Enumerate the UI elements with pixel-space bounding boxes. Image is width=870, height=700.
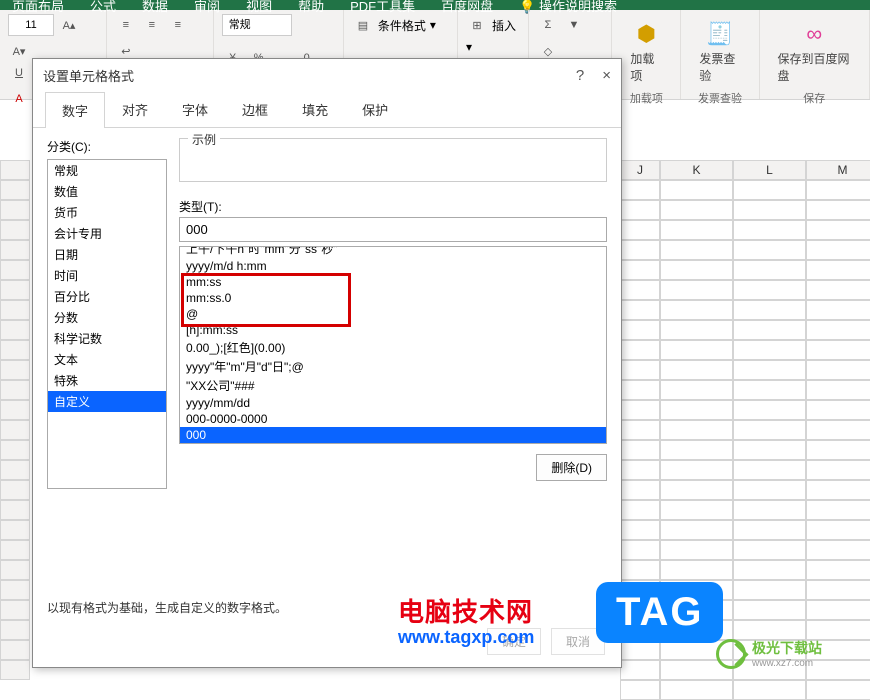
type-input[interactable]: [179, 217, 607, 242]
watermark-tag-badge: TAG: [596, 582, 723, 643]
decrease-font-icon[interactable]: A▾: [8, 40, 30, 62]
cond-format-icon[interactable]: ▤: [352, 14, 374, 36]
category-item[interactable]: 自定义: [48, 391, 166, 412]
watermark-tagxp: 电脑技术网 www.tagxp.com: [398, 592, 534, 648]
category-item[interactable]: 科学记数: [48, 328, 166, 349]
format-item[interactable]: @: [180, 306, 606, 322]
tab-border[interactable]: 边框: [225, 91, 285, 127]
format-item[interactable]: 000-0000-0000: [180, 411, 606, 427]
col-header[interactable]: J: [620, 160, 660, 180]
format-item[interactable]: yyyy"年"m"月"d"日";@: [180, 357, 606, 376]
tab-alignment[interactable]: 对齐: [105, 91, 165, 127]
category-list[interactable]: 常规数值货币会计专用日期时间百分比分数科学记数文本特殊自定义: [47, 159, 167, 489]
format-item[interactable]: mm:ss: [180, 274, 606, 290]
category-item[interactable]: 日期: [48, 244, 166, 265]
category-item[interactable]: 会计专用: [48, 223, 166, 244]
col-header[interactable]: L: [733, 160, 806, 180]
tab-font[interactable]: 字体: [165, 91, 225, 127]
baidu-group: ∞ 保存到百度网盘 保存: [760, 10, 870, 99]
col-header[interactable]: M: [806, 160, 870, 180]
help-icon[interactable]: ?: [576, 67, 584, 84]
type-label: 类型(T):: [179, 198, 607, 215]
category-item[interactable]: 时间: [48, 265, 166, 286]
addin-group: ⬢ 加载项 加载项: [612, 10, 681, 99]
invoice-group: 🧾 发票查验 发票查验: [681, 10, 759, 99]
dialog-titlebar: 设置单元格格式 ? ×: [33, 59, 621, 91]
tab-fill[interactable]: 填充: [285, 91, 345, 127]
format-list[interactable]: 上午/下午h"时"mm"分"ss"秒"yyyy/m/d h:mmmm:ssmm:…: [179, 246, 607, 444]
category-item[interactable]: 分数: [48, 307, 166, 328]
fill-icon[interactable]: ▼: [563, 14, 585, 36]
watermark-xz7: 极光下载站 www.xz7.com: [716, 638, 822, 669]
category-item[interactable]: 常规: [48, 160, 166, 181]
ribbon-tabs: 页面布局 公式 数据 审阅 视图 帮助 PDF工具集 百度网盘 💡 操作说明搜索: [0, 0, 870, 10]
addin-icon: ⬢: [630, 18, 662, 50]
format-cells-dialog: 设置单元格格式 ? × 数字 对齐 字体 边框 填充 保护 分类(C): 常规数…: [32, 58, 622, 668]
close-icon[interactable]: ×: [602, 67, 611, 84]
invoice-button[interactable]: 🧾 发票查验: [689, 14, 750, 88]
font-size-select[interactable]: 11: [8, 14, 54, 36]
format-item[interactable]: yyyy/mm/dd: [180, 395, 606, 411]
category-item[interactable]: 货币: [48, 202, 166, 223]
format-item[interactable]: 000: [180, 427, 606, 443]
category-item[interactable]: 特殊: [48, 370, 166, 391]
baidu-icon: ∞: [798, 18, 830, 50]
category-item[interactable]: 文本: [48, 349, 166, 370]
insert-icon[interactable]: ⊞: [466, 14, 488, 36]
tab-protection[interactable]: 保护: [345, 91, 405, 127]
align-top-icon[interactable]: ≡: [115, 14, 137, 36]
category-item[interactable]: 数值: [48, 181, 166, 202]
align-mid-icon[interactable]: ≡: [141, 14, 163, 36]
number-format-select[interactable]: 常规: [222, 14, 292, 36]
format-item[interactable]: 0.00_);[红色](0.00): [180, 338, 606, 357]
addin-button[interactable]: ⬢ 加载项: [620, 14, 672, 88]
sample-label: 示例: [188, 131, 220, 148]
xz7-logo-icon: [716, 639, 746, 669]
delete-button[interactable]: 删除(D): [536, 454, 607, 481]
format-item[interactable]: 上午/下午h"时"mm"分"ss"秒": [180, 246, 606, 258]
category-label: 分类(C):: [47, 138, 167, 155]
format-item[interactable]: yyyy/m/d h:mm: [180, 258, 606, 274]
format-item[interactable]: mm:ss.0: [180, 290, 606, 306]
category-item[interactable]: 百分比: [48, 286, 166, 307]
increase-font-icon[interactable]: A▴: [58, 14, 80, 36]
baidu-button[interactable]: ∞ 保存到百度网盘: [768, 14, 861, 88]
format-item[interactable]: "XX公司"###: [180, 376, 606, 395]
dialog-tabs: 数字 对齐 字体 边框 填充 保护: [33, 91, 621, 128]
align-bot-icon[interactable]: ≡: [167, 14, 189, 36]
sample-box: 示例: [179, 138, 607, 182]
invoice-icon: 🧾: [704, 18, 736, 50]
autosum-icon[interactable]: Σ: [537, 14, 559, 36]
format-item[interactable]: [h]:mm:ss: [180, 322, 606, 338]
col-header[interactable]: K: [660, 160, 733, 180]
tab-number[interactable]: 数字: [45, 92, 105, 128]
underline-icon[interactable]: U: [8, 62, 30, 84]
insert-label[interactable]: 插入: [492, 17, 516, 34]
cond-format-label[interactable]: 条件格式: [378, 17, 426, 34]
dialog-title: 设置单元格格式: [43, 66, 134, 85]
